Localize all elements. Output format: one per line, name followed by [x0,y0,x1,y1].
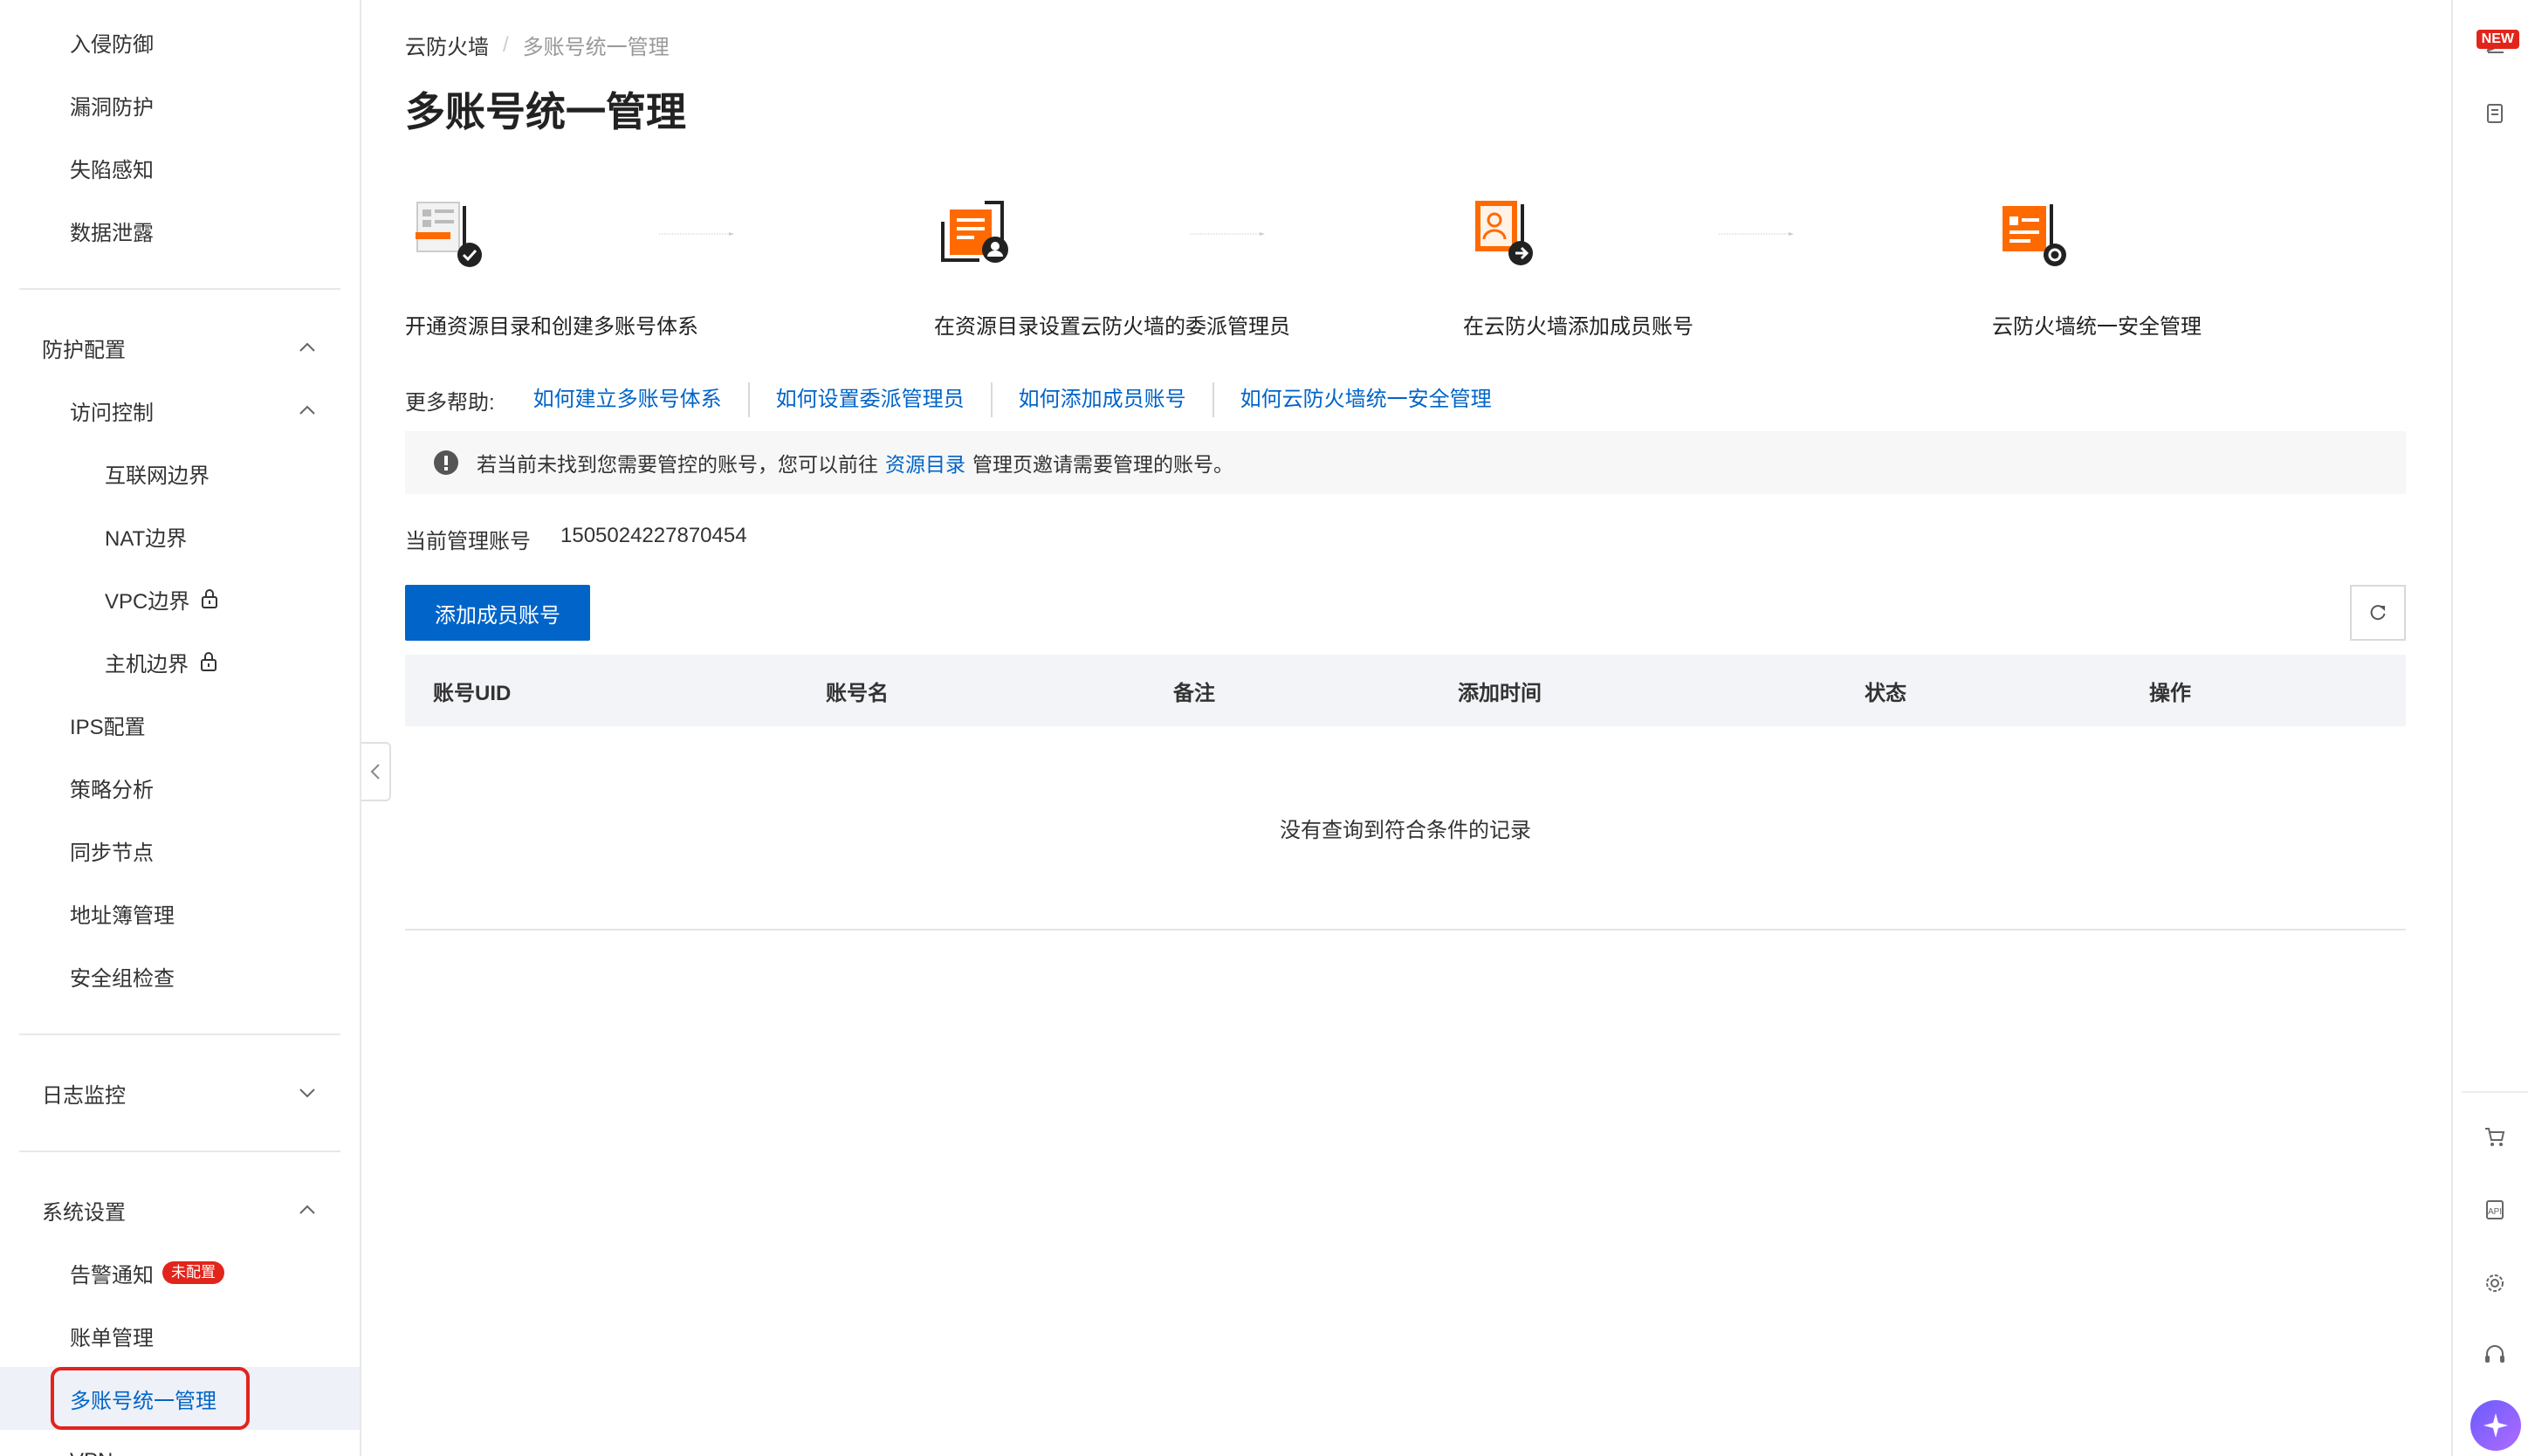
settings-button[interactable] [2469,1257,2521,1309]
cart-button[interactable] [2469,1110,2521,1163]
help-link[interactable]: 如何云防火墙统一安全管理 [1212,382,1518,417]
sidebar-group-system-settings[interactable]: 系统设置 [0,1178,360,1241]
chevron-left-icon [370,764,380,780]
help-link[interactable]: 如何添加成员账号 [990,382,1213,417]
chevron-up-icon [299,342,315,352]
edit-button[interactable]: NEW [2469,17,2521,70]
step-label: 在云防火墙添加成员账号 [1463,315,1693,339]
help-label: 更多帮助: [405,390,495,415]
unified-manage-icon [2003,204,2066,266]
sidebar-item-intrusion-prevention[interactable]: 入侵防御 [0,10,360,73]
column-header: 账号UID [433,681,512,705]
main-content: 云防火墙 / 多账号统一管理 多账号统一管理 开通资源目录和创建多账号体系 在资… [405,0,2406,1456]
status-badge: 未配置 [162,1261,224,1284]
column-header: 账号名 [826,681,889,705]
arrow-right-icon [1719,232,1794,236]
step-label: 云防火墙统一安全管理 [1992,315,2202,339]
cart-icon [2485,1128,2505,1146]
sidebar-group-protect-config[interactable]: 防护配置 [0,316,360,379]
sidebar-item-address-book[interactable]: 地址簿管理 [0,882,360,944]
help-row: 更多帮助: 如何建立多账号体系 如何设置委派管理员 如何添加成员账号 如何云防火… [405,381,1518,419]
sidebar-item-security-group-check[interactable]: 安全组检查 [0,944,360,1007]
sidebar-item-sync-node[interactable]: 同步节点 [0,819,360,882]
notes-button[interactable] [2469,87,2521,140]
table-header: 账号UID 账号名 备注 添加时间 状态 操作 [405,655,2406,726]
sidebar-group-log-monitor[interactable]: 日志监控 [0,1061,360,1124]
sidebar-item-policy-analysis[interactable]: 策略分析 [0,756,360,819]
right-toolbar: NEW API [2451,0,2535,1456]
svg-text:API: API [2488,1207,2502,1217]
sidebar-collapse-button[interactable] [361,742,391,801]
sidebar-divider [19,1034,340,1035]
column-header: 添加时间 [1458,681,1542,705]
add-member-icon [1475,201,1533,265]
column-header: 备注 [1173,681,1215,705]
sidebar-item-vpc-border[interactable]: VPC边界 [0,567,360,630]
arrow-right-icon [659,232,734,236]
help-link[interactable]: 如何设置委派管理员 [747,382,991,417]
exclamation-icon [434,450,458,475]
chevron-up-icon [299,405,315,415]
sidebar-item-compromise-detection[interactable]: 失陷感知 [0,136,360,199]
arrow-right-icon [1190,232,1265,236]
sidebar-item-vpn[interactable]: VPN [0,1430,360,1456]
refresh-icon [2370,605,2386,621]
members-table: 账号UID 账号名 备注 添加时间 状态 操作 没有查询到符合条件的记录 [405,655,2406,931]
step-3: 在云防火墙添加成员账号 [1463,192,1693,339]
sidebar-group-access-control[interactable]: 访问控制 [0,379,360,442]
step-2: 在资源目录设置云防火墙的委派管理员 [934,192,1290,339]
sidebar: 入侵防御 漏洞防护 失陷感知 数据泄露 防护配置 访问控制 互联网边界 NAT边… [0,0,361,1456]
highlight-box [51,1367,250,1430]
current-account: 当前管理账号 1505024227870454 [405,524,747,553]
gear-icon [2486,1274,2504,1292]
step-label: 在资源目录设置云防火墙的委派管理员 [934,315,1290,339]
step-4: 云防火墙统一安全管理 [1992,192,2202,339]
sidebar-item-vuln-protection[interactable]: 漏洞防护 [0,73,360,136]
breadcrumb-separator: / [503,32,509,57]
new-badge: NEW [2476,30,2519,49]
sidebar-item-nat-border[interactable]: NAT边界 [0,505,360,567]
column-header: 操作 [2149,681,2191,705]
breadcrumb: 云防火墙 / 多账号统一管理 [405,30,670,60]
step-1: 开通资源目录和创建多账号体系 [405,192,698,339]
breadcrumb-current: 多账号统一管理 [522,36,670,59]
empty-state: 没有查询到符合条件的记录 [405,726,2406,931]
page-title: 多账号统一管理 [405,89,686,134]
step-label: 开通资源目录和创建多账号体系 [405,315,698,339]
directory-check-icon [416,202,482,267]
chevron-down-icon [299,1089,315,1098]
document-icon [2487,104,2503,123]
notice-banner: 若当前未找到您需要管控的账号，您可以前往 资源目录 管理页邀请需要管理的账号。 [405,431,2406,494]
current-account-id: 1505024227870454 [560,524,747,547]
api-icon: API [2486,1200,2504,1219]
support-button[interactable] [2469,1329,2521,1381]
ai-assistant-button[interactable] [2470,1400,2521,1451]
column-header: 状态 [1865,681,1906,705]
lock-icon [201,652,216,671]
delegate-admin-icon [941,201,1008,263]
api-button[interactable]: API [2469,1184,2521,1236]
headset-icon [2485,1345,2504,1363]
sidebar-item-ips-config[interactable]: IPS配置 [0,693,360,756]
toolbar-divider [2462,1091,2528,1093]
breadcrumb-root[interactable]: 云防火墙 [405,30,489,60]
sidebar-divider [19,1150,340,1152]
lock-icon [202,589,218,608]
sidebar-item-billing[interactable]: 账单管理 [0,1304,360,1367]
chevron-up-icon [299,1205,315,1214]
sparkle-icon [2483,1413,2508,1438]
sidebar-divider [19,288,340,290]
add-member-button[interactable]: 添加成员账号 [405,585,590,641]
refresh-button[interactable] [2350,585,2406,641]
sidebar-item-host-border[interactable]: 主机边界 [0,630,360,693]
resource-directory-link[interactable]: 资源目录 [885,448,965,477]
sidebar-item-internet-border[interactable]: 互联网边界 [0,442,360,505]
help-link[interactable]: 如何建立多账号体系 [533,382,748,417]
sidebar-item-data-leak[interactable]: 数据泄露 [0,199,360,262]
sidebar-item-alert-notify[interactable]: 告警通知 未配置 [0,1241,360,1304]
